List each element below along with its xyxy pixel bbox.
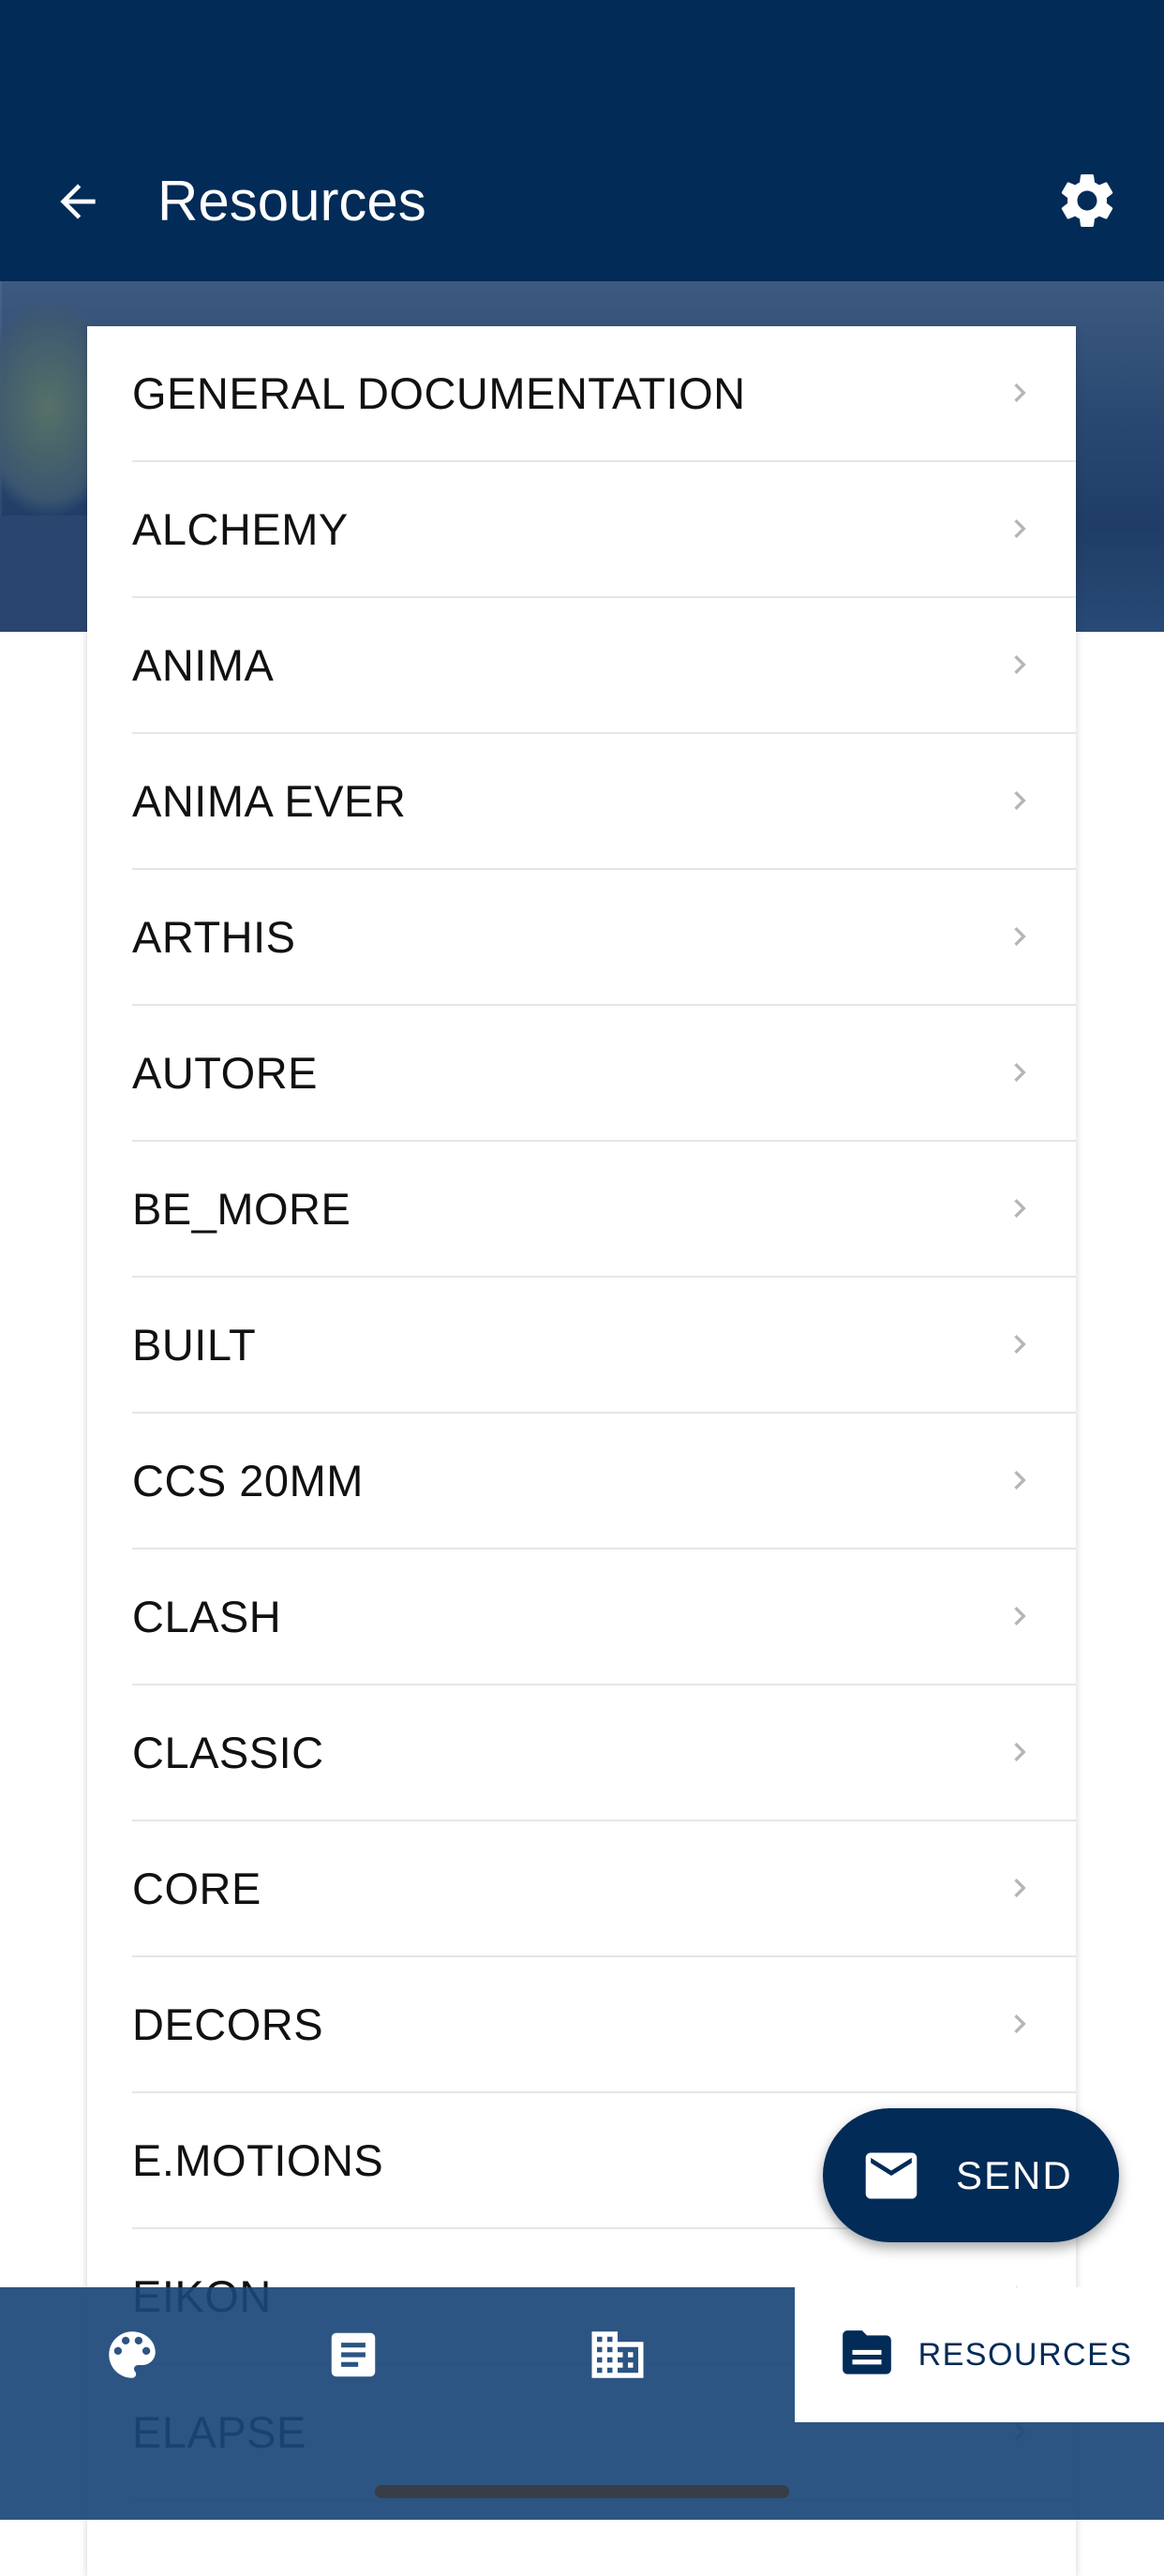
list-item-label: CORE (132, 1864, 261, 1913)
list-item-label: ALCHEMY (132, 504, 349, 554)
chevron-right-icon (1014, 1063, 1026, 1082)
chevron-right-icon (1014, 791, 1026, 810)
building-icon (591, 2331, 644, 2378)
status-bar (0, 0, 1164, 122)
list-item-label: CLASSIC (132, 1728, 324, 1777)
list-item[interactable]: CCS 20MM (132, 1414, 1076, 1550)
list-item-label: ARTHIS (132, 912, 296, 962)
back-button[interactable] (45, 169, 111, 234)
chevron-right-icon (1014, 655, 1026, 674)
list-item[interactable]: CLASH (132, 1550, 1076, 1685)
folder-icon (842, 2330, 891, 2374)
home-indicator (375, 2485, 789, 2498)
nav-item-resources-label: RESOURCES (918, 2336, 1133, 2373)
chevron-right-icon (1014, 1471, 1026, 1490)
list-item-label: BE_MORE (132, 1184, 351, 1234)
list-item-label: GENERAL DOCUMENTATION (132, 368, 746, 418)
document-icon (331, 2332, 376, 2377)
nav-item-buildings[interactable] (485, 2287, 750, 2422)
list-item[interactable]: ANIMA EVER (132, 734, 1076, 870)
chevron-right-icon (1014, 2014, 1026, 2033)
chevron-right-icon (1014, 927, 1026, 946)
list-item-label: CCS 20MM (132, 1456, 364, 1505)
settings-button[interactable] (1052, 165, 1123, 236)
chevron-right-icon (1014, 383, 1026, 402)
send-button[interactable]: SEND (823, 2108, 1119, 2242)
mail-icon (865, 2152, 918, 2199)
chevron-right-icon (1014, 1335, 1026, 1354)
list-item[interactable]: ARTHIS (132, 870, 1076, 1006)
nav-item-documents[interactable] (221, 2287, 485, 2422)
list-item[interactable]: ALCHEMY (132, 462, 1076, 598)
list-item[interactable]: BE_MORE (132, 1142, 1076, 1278)
list-item-label: DECORS (132, 1999, 324, 2049)
app-bar: Resources (0, 122, 1164, 281)
list-item[interactable]: CLASSIC (132, 1685, 1076, 1821)
list-item-label: CLASH (132, 1592, 282, 1641)
chevron-right-icon (1014, 1879, 1026, 1897)
gear-icon (1061, 173, 1113, 227)
page-title: Resources (157, 170, 426, 232)
list-item[interactable]: DECORS (132, 1957, 1076, 2093)
list-item-label: AUTORE (132, 1048, 318, 1098)
list-item[interactable]: BUILT (132, 1278, 1076, 1414)
list-item-label: BUILT (132, 1320, 257, 1370)
list-item[interactable]: GENERAL DOCUMENTATION (132, 326, 1076, 462)
palette-icon (109, 2331, 156, 2378)
list-item[interactable]: AUTORE (132, 1006, 1076, 1142)
chevron-right-icon (1014, 1607, 1026, 1625)
list-item[interactable]: CORE (132, 1821, 1076, 1957)
chevron-right-icon (1014, 519, 1026, 538)
list-item[interactable]: ANIMA (132, 598, 1076, 734)
send-button-label: SEND (956, 2153, 1073, 2197)
nav-item-resources[interactable]: RESOURCES (795, 2287, 1164, 2422)
arrow-back-icon (60, 184, 96, 219)
list-item-label: ANIMA EVER (132, 776, 407, 826)
chevron-right-icon (1014, 1743, 1026, 1761)
chevron-right-icon (1014, 1199, 1026, 1218)
list-item-label: ANIMA (132, 640, 275, 690)
list-item-label: E.MOTIONS (132, 2135, 384, 2185)
